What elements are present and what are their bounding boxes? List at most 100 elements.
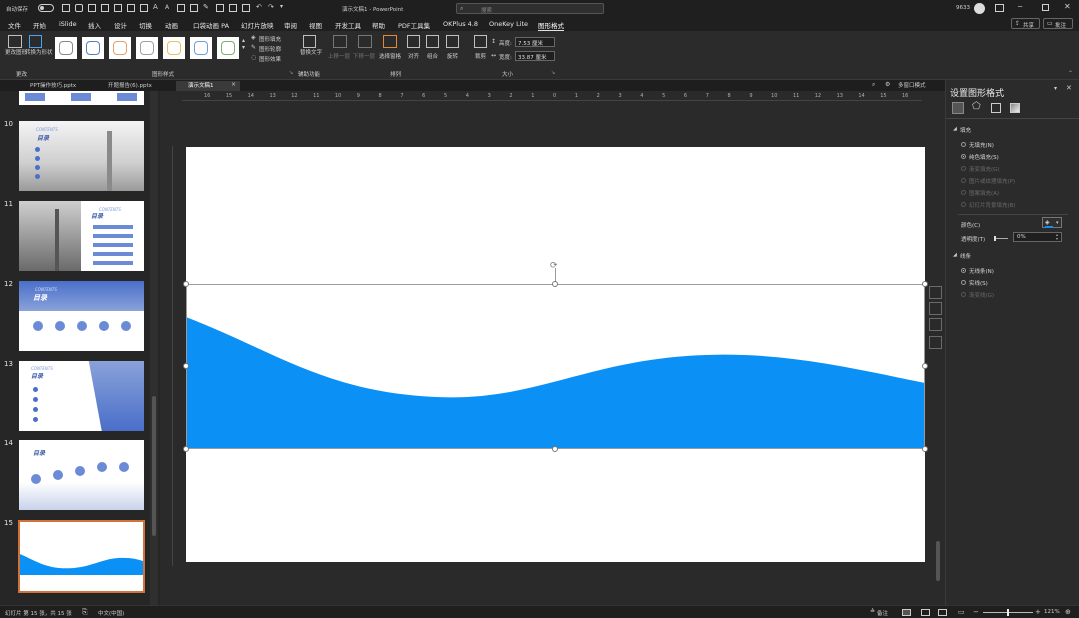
fill-line-tab-icon[interactable] <box>952 102 964 114</box>
fill-option-picture[interactable]: 图片或纹理填充(P) <box>969 177 1015 185</box>
zoom-level[interactable]: 121% <box>1044 609 1060 615</box>
resize-handle-w[interactable] <box>183 363 189 369</box>
shape-style-4[interactable] <box>136 37 158 59</box>
redo-history-icon[interactable] <box>88 4 96 12</box>
format-painter-icon[interactable]: ✎ <box>203 3 209 11</box>
line-option-none[interactable]: 无线条(N) <box>969 267 994 275</box>
rotate-handle-icon[interactable]: ⟳ <box>550 261 558 271</box>
shapes-icon[interactable] <box>216 4 224 12</box>
zoom-fit-icon[interactable]: ⌕ <box>872 81 875 89</box>
doc-tab-1[interactable]: PPT操作技巧.pptx <box>18 81 96 91</box>
rotate-icon[interactable] <box>446 35 459 48</box>
send-backward-icon[interactable] <box>358 35 372 48</box>
collapse-ribbon-icon[interactable]: ⌃ <box>1068 70 1073 77</box>
menu-slideshow[interactable]: 幻灯片放映 <box>241 20 274 30</box>
convert-shape-label[interactable]: 转换为形状 <box>25 50 53 57</box>
shape-outline-quick-icon[interactable] <box>929 336 942 349</box>
shape-style-6[interactable] <box>190 37 212 59</box>
menu-pocket-animation[interactable]: 口袋动画 PA <box>193 20 229 30</box>
shape-effects-button[interactable]: 图形效果 <box>259 55 281 63</box>
notes-button[interactable]: 备注 <box>877 609 888 617</box>
new-icon[interactable] <box>101 4 109 12</box>
transparency-slider[interactable] <box>994 236 1008 241</box>
radio-solid-fill[interactable] <box>961 154 966 159</box>
menu-islide[interactable]: iSlide <box>59 20 77 28</box>
bring-forward-icon[interactable] <box>333 35 347 48</box>
resize-handle-s[interactable] <box>552 446 558 452</box>
menu-insert[interactable]: 插入 <box>88 20 101 30</box>
language-indicator[interactable]: 中文(中国) <box>98 609 124 617</box>
picture-tab-icon[interactable] <box>1010 103 1020 113</box>
layout-options-icon[interactable] <box>929 286 942 299</box>
change-shape-label[interactable]: 更改图形 <box>5 50 27 57</box>
avatar[interactable] <box>974 3 985 14</box>
group-button[interactable]: 组合 <box>427 52 438 60</box>
fill-option-background[interactable]: 幻灯片背景填充(B) <box>969 201 1016 209</box>
shape-outline-button[interactable]: 图形轮廓 <box>259 45 281 53</box>
alt-text-icon[interactable] <box>303 35 316 48</box>
radio-background-fill[interactable] <box>961 202 966 207</box>
pane-close-icon[interactable]: ✕ <box>1066 84 1072 92</box>
rotate-button[interactable]: 旋转 <box>447 52 458 60</box>
menu-animations[interactable]: 动画 <box>165 20 178 30</box>
alt-text-button[interactable]: 替换文字 <box>300 50 322 57</box>
pane-options-icon[interactable]: ▾ <box>1054 85 1057 92</box>
shape-style-5[interactable] <box>163 37 185 59</box>
slideshow-view-icon[interactable]: ▭ <box>958 608 965 616</box>
styles-launcher-icon[interactable]: ↘ <box>289 70 293 76</box>
menu-home[interactable]: 开始 <box>33 20 46 30</box>
crop-button[interactable]: 裁剪 <box>475 52 486 60</box>
fill-option-none[interactable]: 无填充(N) <box>969 141 994 149</box>
crop-icon[interactable] <box>474 35 487 48</box>
autosave-toggle[interactable] <box>38 4 54 12</box>
shape-fill-button[interactable]: 图形填充 <box>259 35 281 43</box>
selection-pane-button[interactable]: 选择窗格 <box>379 52 401 60</box>
resize-handle-sw[interactable] <box>183 446 189 452</box>
thumbnail-slide-15-selected[interactable] <box>18 520 145 593</box>
height-input[interactable]: 7.53 厘米 <box>515 37 555 47</box>
size-properties-tab-icon[interactable] <box>991 103 1001 113</box>
font-increase-icon[interactable]: A <box>153 3 158 11</box>
line-option-solid[interactable]: 实线(S) <box>969 279 988 287</box>
ribbon-display-icon[interactable] <box>995 4 1004 12</box>
align-button[interactable]: 对齐 <box>408 52 419 60</box>
preview-icon[interactable] <box>140 4 148 12</box>
resize-handle-nw[interactable] <box>183 281 189 287</box>
fit-to-window-icon[interactable]: ⊕ <box>1065 608 1071 616</box>
collapse-line-icon[interactable]: ◢ <box>953 252 957 258</box>
thumbnail-slide-13[interactable]: 目录 CONTENTS <box>19 361 144 431</box>
shape-style-3[interactable] <box>109 37 131 59</box>
menu-onekey[interactable]: OneKey Lite <box>489 20 528 28</box>
share-button[interactable]: ⇪ 共享 <box>1011 18 1040 29</box>
normal-view-icon[interactable] <box>902 609 911 616</box>
zoom-out-icon[interactable]: − <box>973 608 979 616</box>
close-tab-icon[interactable]: × <box>231 81 236 88</box>
zoom-slider[interactable] <box>983 609 1033 616</box>
slide-sorter-icon[interactable] <box>921 609 930 616</box>
accessibility-icon[interactable]: ⎘ <box>82 608 88 617</box>
shape-fill-quick-icon[interactable] <box>929 318 942 331</box>
thumb-9-partial[interactable] <box>19 91 144 105</box>
zoom-in-icon[interactable]: + <box>1035 608 1041 616</box>
multi-window-button[interactable]: 多窗口模式 <box>898 81 926 89</box>
collapse-fill-icon[interactable]: ◢ <box>953 126 957 132</box>
send-backward-button[interactable]: 下移一层 <box>353 52 375 60</box>
menu-pdf-tools[interactable]: PDF工具集 <box>398 20 430 30</box>
fill-option-pattern[interactable]: 图案填充(A) <box>969 189 999 197</box>
doc-tab-2[interactable]: 开题报告(6).pptx <box>96 81 176 91</box>
convert-shape-icon[interactable] <box>29 35 42 48</box>
resize-handle-e[interactable] <box>922 363 928 369</box>
print-icon[interactable] <box>127 4 135 12</box>
customize-qat-icon[interactable]: ▾ <box>280 3 283 10</box>
width-input[interactable]: 33.87 厘米 <box>515 51 555 61</box>
effects-tab-icon[interactable]: ⬠ <box>972 101 981 112</box>
transparency-input[interactable]: 0% ▴ ▾ <box>1013 232 1062 242</box>
fill-option-gradient[interactable]: 渐变填充(G) <box>969 165 1000 173</box>
shape-styles-icon[interactable] <box>929 302 942 315</box>
radio-no-line[interactable] <box>961 268 966 273</box>
comments-button[interactable]: ▭ 批注 <box>1043 18 1073 29</box>
minimize-icon[interactable]: ─ <box>1018 3 1022 11</box>
thumbs-scrollbar[interactable] <box>150 91 158 605</box>
menu-shape-format[interactable]: 图形格式 <box>538 20 564 31</box>
fill-option-solid[interactable]: 纯色填充(S) <box>969 153 999 161</box>
